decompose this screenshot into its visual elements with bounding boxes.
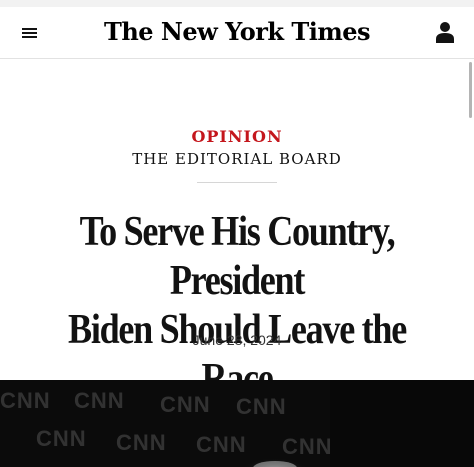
- nyt-logo[interactable]: The New York Times: [0, 17, 474, 46]
- divider: [197, 182, 277, 183]
- site-header: The New York Times: [0, 7, 474, 59]
- person-icon[interactable]: [435, 20, 455, 44]
- photo-subject: [243, 380, 474, 467]
- article-photo: CNN CNN CNN CNN CNN CNN CNN CNN: [0, 380, 474, 467]
- section-kicker[interactable]: OPINION: [0, 127, 474, 146]
- headline-line-1: To Serve His Country, President: [79, 209, 396, 304]
- scrollbar[interactable]: [469, 62, 472, 118]
- article-headline: To Serve His Country, President Biden Sh…: [44, 208, 431, 404]
- byline: THE EDITORIAL BOARD: [132, 150, 342, 168]
- status-strip: [0, 0, 474, 7]
- publish-date: June 28, 2024: [192, 332, 282, 348]
